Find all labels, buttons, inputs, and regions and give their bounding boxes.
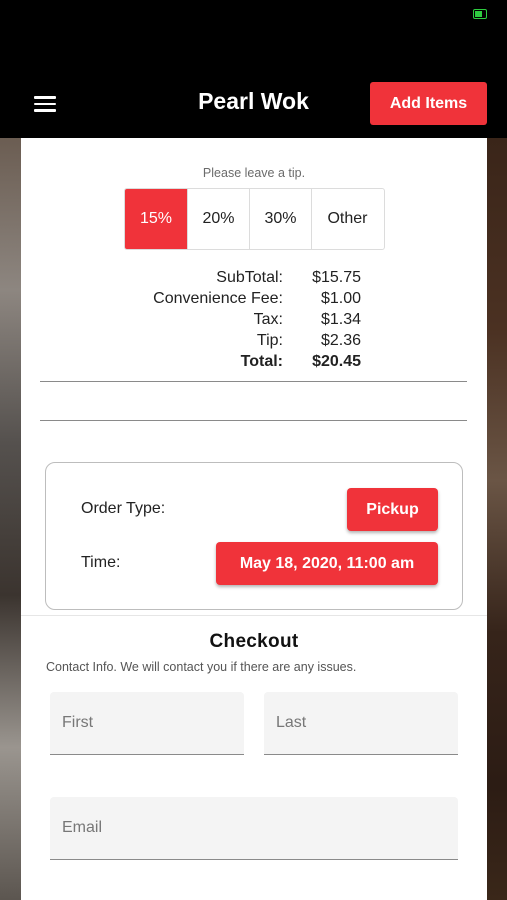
tax-label: Tax: xyxy=(253,311,283,328)
subtotal-label: SubTotal: xyxy=(216,269,283,286)
section-divider xyxy=(21,615,487,616)
order-type-button[interactable]: Pickup xyxy=(347,488,438,531)
time-label: Time: xyxy=(81,554,121,571)
background-image-right xyxy=(487,138,507,900)
summary-row-total: Total: $20.45 xyxy=(21,353,487,374)
tax-value: $1.34 xyxy=(320,311,361,328)
subtotal-value: $15.75 xyxy=(312,269,361,286)
fee-label: Convenience Fee: xyxy=(153,290,283,307)
time-button[interactable]: May 18, 2020, 11:00 am xyxy=(216,542,438,585)
tip-option-other[interactable]: Other xyxy=(311,189,383,249)
summary-row-tax: Tax: $1.34 xyxy=(21,311,487,332)
status-bar xyxy=(0,0,507,30)
tip-option-20[interactable]: 20% xyxy=(187,189,249,249)
app-bar: Pearl Wok Add Items xyxy=(0,30,507,138)
summary-row-subtotal: SubTotal: $15.75 xyxy=(21,269,487,290)
screen: Pearl Wok Add Items Please leave a tip. … xyxy=(0,0,507,900)
summary-row-tip: Tip: $2.36 xyxy=(21,332,487,353)
divider xyxy=(40,381,467,382)
summary-row-fee: Convenience Fee: $1.00 xyxy=(21,290,487,311)
total-value: $20.45 xyxy=(312,353,361,370)
contact-info-text: Contact Info. We will contact you if the… xyxy=(46,660,357,674)
order-type-label: Order Type: xyxy=(81,500,166,517)
tip-options: 15% 20% 30% Other xyxy=(124,188,385,250)
total-label: Total: xyxy=(240,353,283,370)
divider xyxy=(40,420,467,421)
email-input[interactable] xyxy=(50,797,458,860)
order-details-card: Order Type: Pickup Time: May 18, 2020, 1… xyxy=(45,462,463,610)
background-image-left xyxy=(0,138,21,900)
add-items-button[interactable]: Add Items xyxy=(370,82,487,125)
menu-icon[interactable] xyxy=(34,96,56,112)
fee-value: $1.00 xyxy=(320,290,361,307)
first-name-input[interactable] xyxy=(50,692,244,755)
tip-option-15[interactable]: 15% xyxy=(125,189,187,249)
last-name-input[interactable] xyxy=(264,692,458,755)
tip-option-30[interactable]: 30% xyxy=(249,189,311,249)
tip-value: $2.36 xyxy=(320,332,361,349)
order-panel: Please leave a tip. 15% 20% 30% Other Su… xyxy=(21,138,487,900)
tip-label: Tip: xyxy=(256,332,283,349)
battery-icon xyxy=(473,9,487,19)
order-summary: SubTotal: $15.75 Convenience Fee: $1.00 … xyxy=(21,269,487,374)
checkout-title: Checkout xyxy=(209,631,299,652)
tip-prompt: Please leave a tip. xyxy=(202,166,306,180)
